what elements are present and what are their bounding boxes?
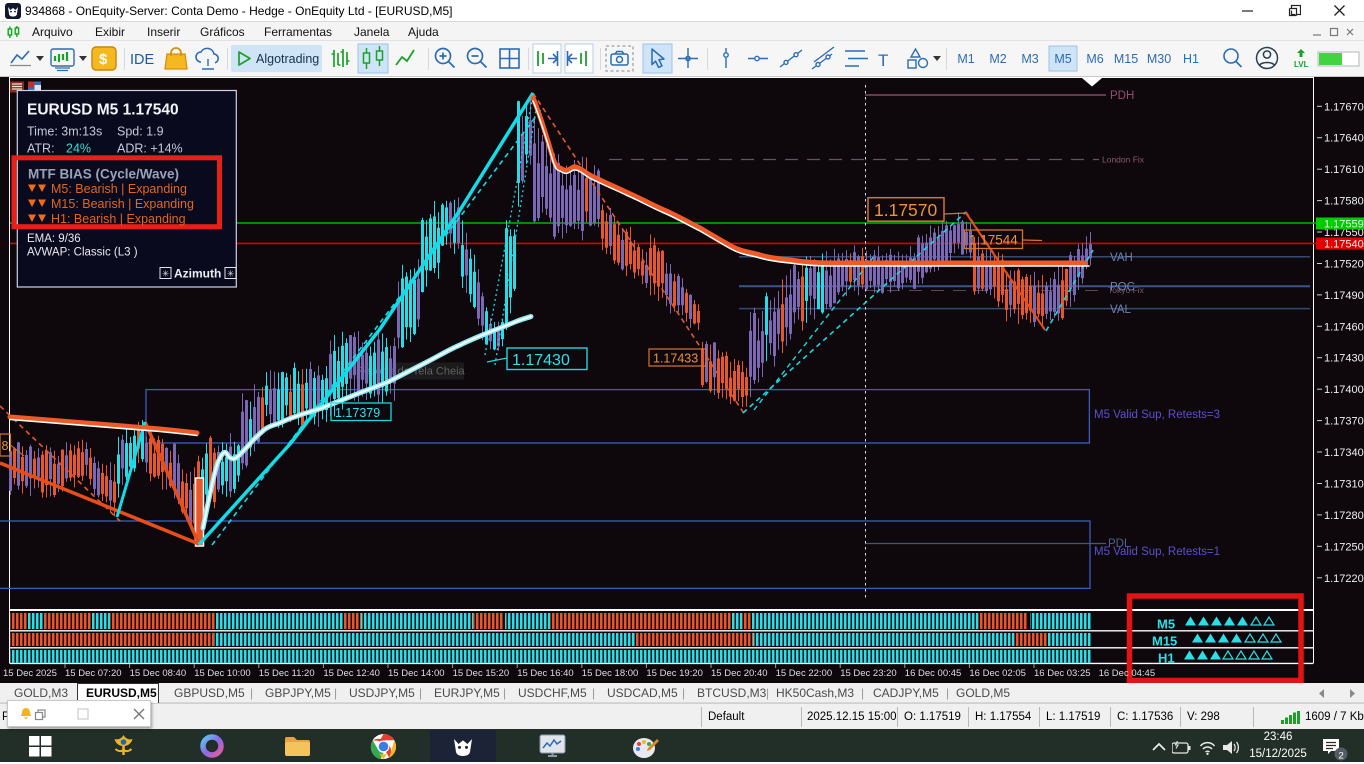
svg-text:1.17430: 1.17430 <box>1324 353 1364 365</box>
svg-text:1.17370: 1.17370 <box>1324 416 1364 428</box>
svg-text:16 Dec 00:45: 16 Dec 00:45 <box>905 668 962 679</box>
svg-text:15 Dec 15:20: 15 Dec 15:20 <box>453 668 510 679</box>
svg-text:1.17220: 1.17220 <box>1324 573 1364 585</box>
svg-text:IDE: IDE <box>130 52 155 68</box>
svg-text:1.17250: 1.17250 <box>1324 541 1364 553</box>
svg-text:15 Dec 08:40: 15 Dec 08:40 <box>130 668 187 679</box>
svg-text:AVWAP: Classic (L3 ): AVWAP: Classic (L3 ) <box>27 247 138 259</box>
svg-text:8: 8 <box>2 439 9 453</box>
svg-text:M15: M15 <box>1114 52 1138 66</box>
svg-text:1.17490: 1.17490 <box>1324 290 1364 302</box>
svg-text:M15: Bearish | Expanding: M15: Bearish | Expanding <box>51 197 194 211</box>
svg-text:EURUSD M5 1.17540: EURUSD M5 1.17540 <box>27 102 179 119</box>
svg-text:15 Dec 18:00: 15 Dec 18:00 <box>582 668 639 679</box>
svg-text:1.17580: 1.17580 <box>1324 196 1364 208</box>
svg-text:1.17400: 1.17400 <box>1324 384 1364 396</box>
svg-text:15 Dec 16:40: 15 Dec 16:40 <box>517 668 574 679</box>
svg-text:1.17640: 1.17640 <box>1324 133 1364 145</box>
svg-text:M2: M2 <box>989 52 1006 66</box>
svg-text:15 Dec 10:00: 15 Dec 10:00 <box>194 668 251 679</box>
svg-text:15 Dec 11:20: 15 Dec 11:20 <box>259 668 315 679</box>
svg-text:M5: Bearish | Expanding: M5: Bearish | Expanding <box>51 182 187 196</box>
svg-text:M5 Valid Sup, Retests=1: M5 Valid Sup, Retests=1 <box>1094 546 1220 558</box>
svg-text:POC: POC <box>1110 282 1135 294</box>
svg-text:EMA: 9/36: EMA: 9/36 <box>27 233 81 245</box>
svg-text:1.17460: 1.17460 <box>1324 321 1364 333</box>
svg-text:15 Dec 23:20: 15 Dec 23:20 <box>840 668 897 679</box>
svg-text:1.17520: 1.17520 <box>1324 259 1364 271</box>
svg-text:✳: ✳ <box>162 269 170 279</box>
svg-text:M5: M5 <box>1157 617 1175 632</box>
svg-text:ATR:: ATR: <box>27 142 55 156</box>
svg-text:2: 2 <box>1339 751 1344 762</box>
svg-text:$: $ <box>99 51 108 68</box>
svg-text:MTF BIAS (Cycle/Wave): MTF BIAS (Cycle/Wave) <box>28 167 179 182</box>
svg-text:M30: M30 <box>1147 52 1171 66</box>
svg-text:H1: H1 <box>1158 651 1175 666</box>
svg-text:M5: M5 <box>1054 52 1071 66</box>
svg-text:1.17379: 1.17379 <box>335 406 380 420</box>
svg-text:Time: 3m:13s: Time: 3m:13s <box>27 125 102 139</box>
svg-text:1.17340: 1.17340 <box>1324 447 1364 459</box>
svg-text:M5 Valid Sup, Retests=3: M5 Valid Sup, Retests=3 <box>1094 409 1220 421</box>
svg-text:Azimuth: Azimuth <box>174 267 221 281</box>
svg-text:M6: M6 <box>1086 52 1103 66</box>
svg-text:1.17430: 1.17430 <box>512 352 570 369</box>
svg-text:London Fix: London Fix <box>1102 155 1145 165</box>
svg-text:15 Dec 07:20: 15 Dec 07:20 <box>65 668 122 679</box>
svg-text:15 Dec 22:00: 15 Dec 22:00 <box>776 668 833 679</box>
svg-text:✳: ✳ <box>227 269 235 279</box>
svg-text:1.17610: 1.17610 <box>1324 164 1364 176</box>
svg-text:M15: M15 <box>1152 634 1177 649</box>
svg-text:15 Dec 12:40: 15 Dec 12:40 <box>323 668 380 679</box>
svg-text:Spd: 1.9: Spd: 1.9 <box>117 125 164 139</box>
svg-text:PDH: PDH <box>1110 90 1134 102</box>
svg-text:1.17280: 1.17280 <box>1324 510 1364 522</box>
svg-text:M1: M1 <box>957 52 974 66</box>
svg-text:Algotrading: Algotrading <box>256 52 319 66</box>
svg-text:VAH: VAH <box>1110 252 1133 264</box>
svg-text:1.17310: 1.17310 <box>1324 479 1364 491</box>
svg-text:VAL: VAL <box>1110 304 1131 316</box>
svg-text:16 Dec 03:25: 16 Dec 03:25 <box>1034 668 1091 679</box>
svg-text:ADR: +14%: ADR: +14% <box>117 142 183 156</box>
svg-text:1.17544: 1.17544 <box>969 233 1018 248</box>
svg-text:T: T <box>878 51 888 70</box>
svg-text:LVL: LVL <box>1294 60 1309 69</box>
svg-text:15 Dec 20:40: 15 Dec 20:40 <box>711 668 768 679</box>
svg-text:16 Dec 02:05: 16 Dec 02:05 <box>969 668 1026 679</box>
svg-text:H1: H1 <box>1183 52 1199 66</box>
svg-text:1.17570: 1.17570 <box>874 200 938 220</box>
svg-text:15 Dec 2025: 15 Dec 2025 <box>3 668 57 679</box>
svg-text:16 Dec 04:45: 16 Dec 04:45 <box>1099 668 1156 679</box>
svg-text:H1: Bearish | Expanding: H1: Bearish | Expanding <box>51 212 186 226</box>
svg-text:M3: M3 <box>1021 52 1038 66</box>
svg-text:1.17540: 1.17540 <box>1324 239 1364 251</box>
svg-text:15 Dec 14:00: 15 Dec 14:00 <box>388 668 445 679</box>
svg-text:1.17670: 1.17670 <box>1324 101 1364 113</box>
svg-text:15 Dec 19:20: 15 Dec 19:20 <box>646 668 703 679</box>
svg-text:1.17559: 1.17559 <box>1324 219 1364 231</box>
svg-text:24%: 24% <box>66 142 91 156</box>
svg-text:1.17433: 1.17433 <box>653 352 698 366</box>
